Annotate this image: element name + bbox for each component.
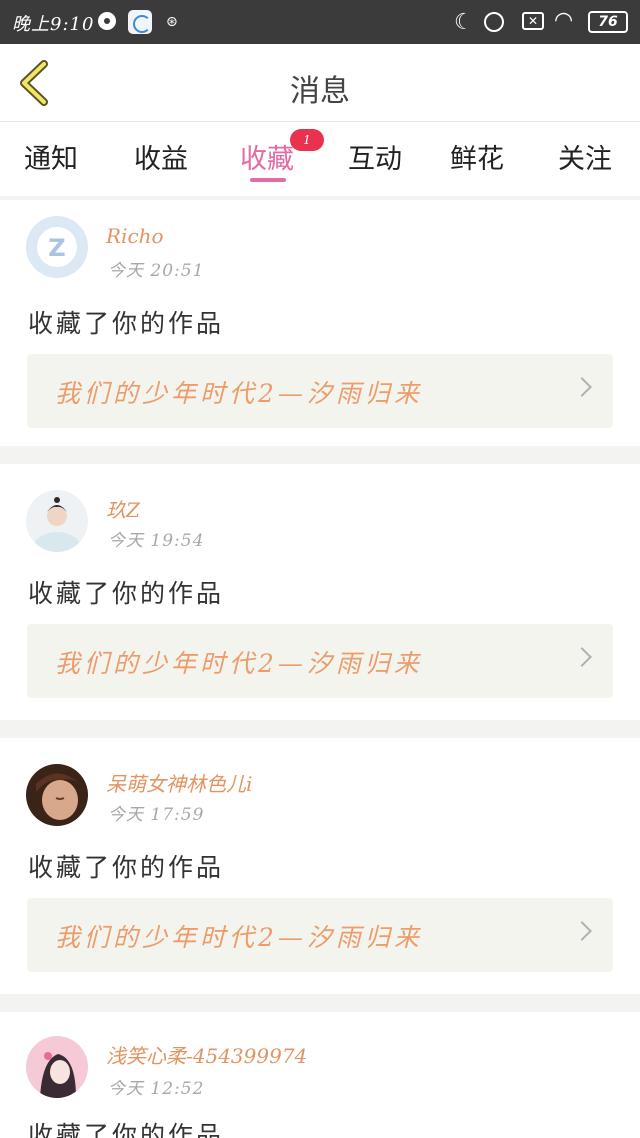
chevron-right-icon	[572, 921, 592, 941]
unread-badge: 1	[290, 129, 324, 151]
work-title: 我们的少年时代2—汐雨归来	[55, 649, 423, 678]
action-text: 收藏了你的作品	[28, 579, 225, 608]
avatar[interactable]	[26, 1036, 88, 1098]
timestamp: 今天 17:59	[108, 805, 205, 825]
tab-earnings[interactable]: 收益	[134, 137, 188, 176]
small-status-icon: ⊛	[166, 14, 178, 30]
list-item: 浅笑心柔-454399974 今天 12:52 收藏了你的作品	[0, 1012, 640, 1138]
chevron-right-icon	[572, 647, 592, 667]
username[interactable]: 浅笑心柔-454399974	[106, 1040, 307, 1069]
app-notification-icon	[128, 10, 152, 34]
timestamp: 今天 12:52	[108, 1079, 205, 1099]
timestamp: 今天 20:51	[108, 261, 205, 281]
page-title: 消息	[290, 74, 350, 109]
work-link[interactable]: 我们的少年时代2—汐雨归来	[27, 624, 613, 698]
work-link[interactable]: 我们的少年时代2—汐雨归来	[27, 898, 613, 972]
tab-label: 关注	[558, 144, 612, 175]
work-title: 我们的少年时代2—汐雨归来	[55, 379, 423, 408]
tab-label: 鲜花	[450, 144, 504, 175]
work-link[interactable]: 我们的少年时代2—汐雨归来	[27, 354, 613, 428]
alarm-icon	[484, 12, 504, 32]
active-tab-indicator	[250, 178, 286, 182]
tab-following[interactable]: 关注	[558, 137, 612, 176]
username[interactable]: 呆萌女神林色儿i	[106, 768, 252, 797]
tab-bar: 通知 收益 收藏 1 互动 鲜花 关注	[0, 123, 640, 196]
tab-label: 通知	[24, 144, 78, 175]
qq-avatar-icon: Z	[26, 216, 88, 278]
divider	[0, 994, 640, 1012]
action-text: 收藏了你的作品	[28, 1121, 225, 1138]
music-disc-icon	[98, 12, 116, 30]
tab-notifications[interactable]: 通知	[24, 137, 78, 176]
divider	[0, 720, 640, 738]
tab-interactions[interactable]: 互动	[348, 137, 402, 176]
list-item: Z Richo 今天 20:51 收藏了你的作品 我们的少年时代2—汐雨归来	[0, 200, 640, 446]
status-bar: 晚上9:10 ⊛ ☾ ✕ ◠ 76	[0, 0, 640, 44]
tab-flowers[interactable]: 鲜花	[450, 137, 504, 176]
chevron-right-icon	[572, 377, 592, 397]
avatar[interactable]	[26, 490, 88, 552]
username[interactable]: 玖Z	[106, 494, 140, 523]
list-item: 呆萌女神林色儿i 今天 17:59 收藏了你的作品 我们的少年时代2—汐雨归来	[0, 738, 640, 994]
battery-icon: 76	[588, 11, 628, 33]
list-item: 玖Z 今天 19:54 收藏了你的作品 我们的少年时代2—汐雨归来	[0, 464, 640, 720]
no-sim-icon: ✕	[522, 12, 544, 30]
tab-label: 收益	[134, 144, 188, 175]
action-text: 收藏了你的作品	[28, 853, 225, 882]
avatar[interactable]	[26, 764, 88, 826]
svg-text:Z: Z	[48, 234, 65, 262]
action-text: 收藏了你的作品	[28, 309, 225, 338]
timestamp: 今天 19:54	[108, 531, 205, 551]
wifi-icon: ◠	[554, 8, 574, 33]
username[interactable]: Richo	[106, 224, 164, 248]
header: 消息	[0, 44, 640, 122]
tab-favorites[interactable]: 收藏 1	[240, 129, 324, 176]
tab-label: 收藏	[240, 144, 294, 175]
user-photo-icon	[26, 764, 88, 826]
tab-label: 互动	[348, 144, 402, 175]
divider	[0, 446, 640, 464]
user-photo-icon	[26, 490, 88, 552]
user-photo-icon	[26, 1036, 88, 1098]
avatar[interactable]: Z	[26, 216, 88, 278]
status-time: 晚上9:10	[12, 14, 95, 35]
work-title: 我们的少年时代2—汐雨归来	[55, 923, 423, 952]
moon-icon: ☾	[454, 10, 474, 35]
